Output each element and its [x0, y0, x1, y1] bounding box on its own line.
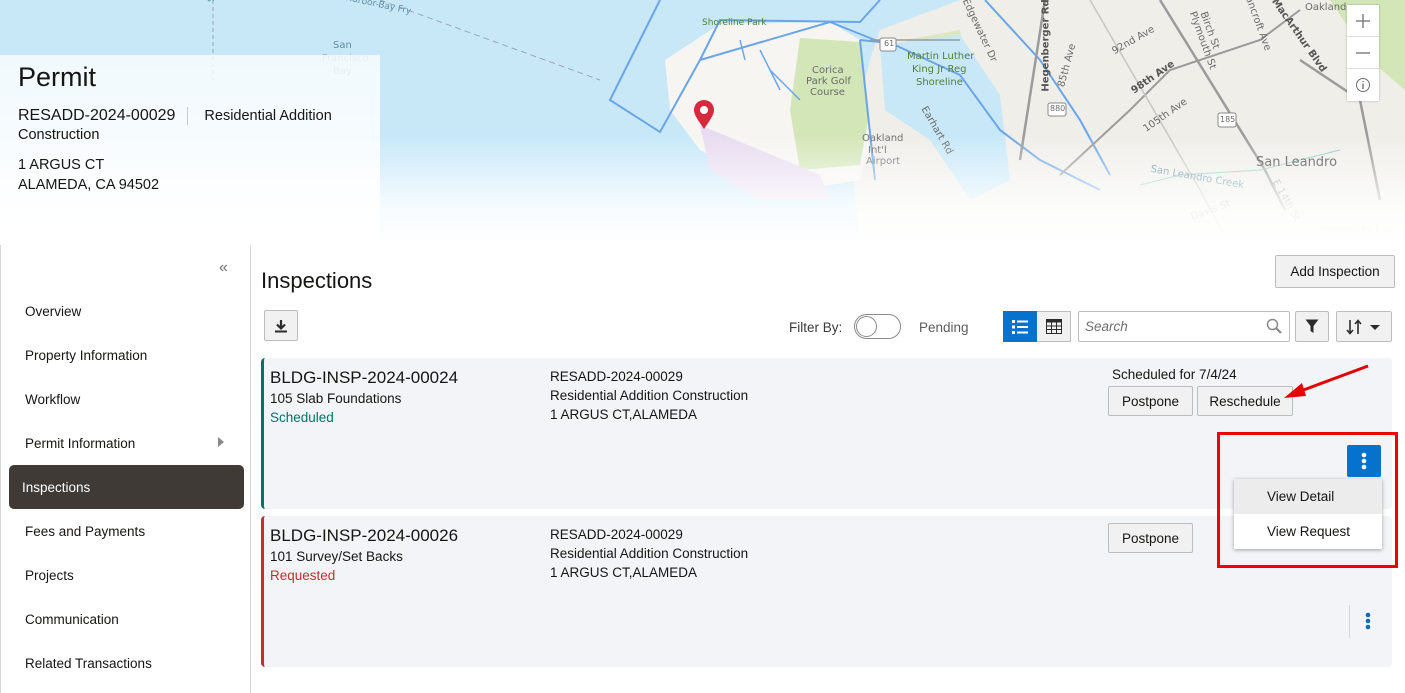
- more-actions-button[interactable]: [1347, 445, 1381, 477]
- sidebar-item-permit-information[interactable]: Permit Information: [9, 421, 244, 465]
- postpone-button[interactable]: Postpone: [1108, 386, 1193, 416]
- inspection-id[interactable]: BLDG-INSP-2024-00026: [270, 526, 458, 546]
- more-actions-button[interactable]: [1351, 605, 1385, 637]
- sort-button[interactable]: [1336, 311, 1392, 342]
- zoom-out-button[interactable]: [1347, 37, 1379, 69]
- zoom-in-button[interactable]: [1347, 5, 1379, 37]
- sidebar-item-label: Related Transactions: [25, 655, 152, 671]
- inspection-id[interactable]: BLDG-INSP-2024-00024: [270, 368, 458, 388]
- divider: [187, 107, 189, 125]
- address-line1: 1 ARGUS CT: [18, 157, 105, 173]
- page-title: Permit: [18, 62, 97, 92]
- inspection-card[interactable]: BLDG-INSP-2024-00024 105 Slab Foundation…: [261, 358, 1392, 509]
- sidebar-item-communication[interactable]: Communication: [9, 597, 244, 641]
- permit-type: Residential Addition Construction: [550, 388, 749, 403]
- permit-type: Residential Addition Construction: [550, 546, 749, 561]
- location-pin-icon[interactable]: [693, 100, 715, 135]
- inspection-type: 101 Survey/Set Backs: [270, 549, 403, 564]
- filter-by-label: Filter By:: [789, 320, 843, 335]
- menu-item-view-detail[interactable]: View Detail: [1234, 479, 1382, 514]
- sidebar-item-projects[interactable]: Projects: [9, 553, 244, 597]
- inspection-type: 105 Slab Foundations: [270, 391, 402, 406]
- address-line2: ALAMEDA, CA 94502: [18, 177, 160, 193]
- sort-icon: [1346, 318, 1362, 335]
- map-info-button[interactable]: [1347, 69, 1379, 101]
- permit-address: 1 ARGUS CT,ALAMEDA: [550, 565, 698, 580]
- plus-icon: [1356, 13, 1370, 28]
- info-icon: [1356, 78, 1370, 92]
- menu-item-view-request[interactable]: View Request: [1234, 514, 1382, 549]
- permit-address: 1 ARGUS CT ALAMEDA, CA 94502: [18, 155, 332, 195]
- kebab-menu-icon: [1361, 452, 1367, 470]
- download-button[interactable]: [264, 310, 298, 341]
- inspections-panel: Inspections Add Inspection Filter By: Pe…: [252, 245, 1405, 693]
- sidebar-item-label: Projects: [25, 567, 74, 583]
- pending-filter-toggle[interactable]: [854, 314, 901, 339]
- view-mode-toggle: [1003, 311, 1071, 342]
- permit-id: RESADD-2024-00029: [550, 369, 683, 384]
- add-inspection-button[interactable]: Add Inspection: [1275, 255, 1395, 288]
- map-header[interactable]: South S Harbor-Bay Fry San Francisco Bay…: [0, 0, 1405, 245]
- sidebar-item-overview[interactable]: Overview: [9, 289, 244, 333]
- filter-icon: [1305, 319, 1319, 333]
- sidebar-item-workflow[interactable]: Workflow: [9, 377, 244, 421]
- sidebar-item-fees-and-payments[interactable]: Fees and Payments: [9, 509, 244, 553]
- permit-type: Residential Addition: [204, 108, 332, 124]
- sidebar-item-label: Overview: [25, 303, 82, 319]
- chevron-down-icon: [1370, 324, 1380, 330]
- double-chevron-left-icon: «: [219, 259, 228, 276]
- reschedule-button[interactable]: Reschedule: [1197, 386, 1293, 416]
- status-badge: Requested: [270, 568, 336, 583]
- postpone-button[interactable]: Postpone: [1108, 523, 1193, 553]
- more-actions-menu: View Detail View Request: [1234, 479, 1382, 549]
- search-icon[interactable]: [1266, 318, 1283, 340]
- section-title: Inspections: [261, 268, 373, 293]
- download-icon: [275, 319, 287, 332]
- filter-button[interactable]: [1295, 311, 1329, 342]
- pending-label: Pending: [919, 320, 969, 335]
- search-box: [1078, 311, 1290, 342]
- scheduled-date: Scheduled for 7/4/24: [1112, 367, 1237, 382]
- list-icon: [1012, 319, 1028, 334]
- permit-id: RESADD-2024-00029: [550, 527, 683, 542]
- permit-details: RESADD-2024-00029 Residential Addition C…: [550, 367, 748, 424]
- table-icon: [1045, 319, 1062, 334]
- divider: [1349, 605, 1350, 638]
- sidebar-item-inspections[interactable]: Inspections: [9, 465, 244, 509]
- search-input[interactable]: [1079, 312, 1259, 341]
- sidebar-item-property-information[interactable]: Property Information: [9, 333, 244, 377]
- permit-id: RESADD-2024-00029: [18, 107, 176, 124]
- permit-type-continued: Construction: [18, 127, 100, 143]
- caret-right-icon: [218, 437, 224, 447]
- grid-view-button[interactable]: [1037, 311, 1071, 342]
- sidebar-item-label: Inspections: [22, 479, 91, 495]
- sidebar-item-label: Property Information: [25, 347, 148, 363]
- collapse-sidebar-button[interactable]: «: [219, 259, 228, 277]
- permit-summary: Permit RESADD-2024-00029 Residential Add…: [18, 62, 332, 195]
- sidebar: « Overview Property Information Workflow…: [0, 245, 251, 693]
- sidebar-item-label: Permit Information: [25, 435, 136, 451]
- sidebar-nav: Overview Property Information Workflow P…: [9, 289, 244, 685]
- permit-details: RESADD-2024-00029 Residential Addition C…: [550, 525, 748, 582]
- sidebar-item-label: Workflow: [25, 391, 81, 407]
- map-controls: [1347, 5, 1379, 101]
- permit-address: 1 ARGUS CT,ALAMEDA: [550, 407, 698, 422]
- list-view-button[interactable]: [1003, 311, 1037, 342]
- kebab-menu-icon: [1365, 612, 1371, 630]
- sidebar-item-label: Communication: [25, 611, 119, 627]
- sidebar-item-label: Fees and Payments: [25, 523, 146, 539]
- minus-icon: [1356, 51, 1370, 54]
- inspection-card[interactable]: BLDG-INSP-2024-00026 101 Survey/Set Back…: [261, 516, 1392, 667]
- sidebar-item-related-transactions[interactable]: Related Transactions: [9, 641, 244, 685]
- toggle-knob: [856, 316, 877, 337]
- status-badge: Scheduled: [270, 410, 334, 425]
